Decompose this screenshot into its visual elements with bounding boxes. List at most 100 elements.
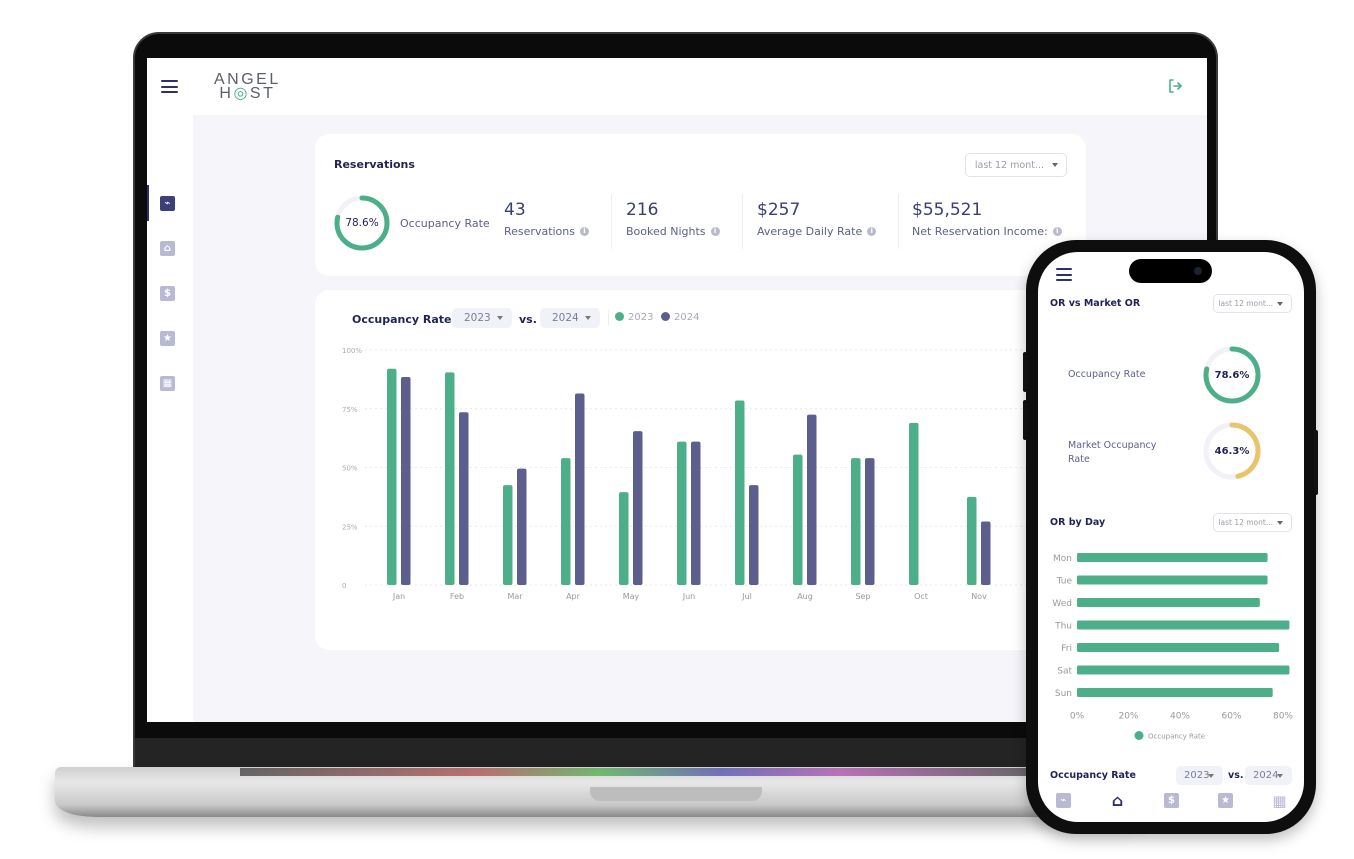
bar-2023-Jul bbox=[735, 400, 745, 585]
y-tick-label: Sat bbox=[1057, 667, 1072, 677]
occupancy-bar-chart: 0 25% 50% 75% 100% Jan Feb Mar Apr May Jun Jul Aug Se… bbox=[342, 347, 1086, 601]
bar-2023-Jun bbox=[677, 441, 687, 585]
period-select[interactable]: last 12 mont... bbox=[1213, 513, 1292, 532]
phone-volume-button bbox=[1023, 352, 1027, 392]
y-tick-label: Wed bbox=[1052, 599, 1072, 609]
sidebar-item-dashboard[interactable]: ⌁ bbox=[160, 196, 175, 211]
top-bar: ANGEL H◎ST bbox=[147, 58, 1207, 115]
occupancy-chart-card: Occupancy Rate: 2023 vs. 2024 2023 2024 … bbox=[315, 290, 1086, 650]
bottom-nav: ⌁ ⌂ $ ★ ▦ bbox=[1038, 790, 1304, 822]
bar-Sat bbox=[1077, 665, 1290, 675]
kpi-booked-nights: 216 Booked Nights i bbox=[626, 200, 720, 238]
kpi-value: $257 bbox=[757, 200, 801, 220]
x-tick-label: Mar bbox=[507, 592, 523, 601]
menu-icon[interactable] bbox=[1056, 268, 1072, 281]
nav-properties[interactable]: ⌂ bbox=[1110, 791, 1125, 810]
bar-2024-Apr bbox=[575, 393, 585, 585]
period-select[interactable]: last 12 mont... bbox=[1213, 294, 1292, 313]
x-tick-label: Sep bbox=[855, 592, 870, 601]
y-tick-label: 0 bbox=[342, 582, 346, 590]
year-b-select[interactable]: 2024 bbox=[1245, 766, 1292, 785]
phone-power-button bbox=[1314, 430, 1318, 495]
calendar-icon: ▦ bbox=[1272, 791, 1287, 810]
bar-Fri bbox=[1077, 643, 1280, 652]
camera-icon bbox=[1194, 267, 1202, 275]
x-tick-label: 40% bbox=[1170, 712, 1190, 722]
sidebar-item-calendar[interactable]: ▦ bbox=[160, 376, 175, 391]
y-tick-label: Tue bbox=[1056, 577, 1073, 587]
x-tick-label: Nov bbox=[971, 592, 987, 601]
kpi-net-reservation-income: $55,521 Net Reservation Income: i bbox=[912, 200, 1062, 238]
bar-2024-Aug bbox=[807, 414, 817, 585]
occupancy-donut-value: 78.6% bbox=[345, 217, 379, 229]
bar-2023-Apr bbox=[561, 458, 571, 585]
occupancy-donut-value: 78.6% bbox=[1214, 369, 1250, 381]
logo-text-h: H bbox=[219, 85, 234, 102]
y-tick-label: 50% bbox=[342, 465, 358, 473]
laptop-notch bbox=[590, 787, 762, 801]
active-indicator bbox=[147, 185, 149, 221]
bar-2024-Nov bbox=[981, 521, 991, 585]
nav-finance[interactable]: $ bbox=[1164, 793, 1179, 808]
year-a-select[interactable]: 2023 bbox=[1176, 766, 1223, 785]
or-vs-market-title: OR vs Market OR bbox=[1050, 298, 1141, 309]
kpi-value: 216 bbox=[626, 200, 659, 220]
home-icon: ⌂ bbox=[163, 243, 172, 254]
divider bbox=[611, 194, 612, 249]
bar-2024-Jan bbox=[401, 377, 411, 585]
info-icon[interactable]: i bbox=[1052, 227, 1062, 236]
occupancy-rate-label: Occupancy Rate bbox=[1068, 369, 1146, 380]
divider bbox=[898, 194, 899, 249]
location-pin-icon: ◎ bbox=[233, 85, 250, 102]
reservations-card: Reservations last 12 mont... 78.6% Occup… bbox=[315, 134, 1086, 276]
x-tick-label: Jul bbox=[741, 592, 752, 601]
market-occupancy-label: Market Occupancy Rate bbox=[1068, 440, 1157, 465]
or-by-day-title: OR by Day bbox=[1050, 517, 1106, 528]
menu-icon[interactable] bbox=[161, 80, 178, 93]
home-icon: ⌂ bbox=[1111, 791, 1124, 810]
divider bbox=[742, 194, 743, 249]
occupancy-rate-title: Occupancy Rate bbox=[1050, 770, 1136, 781]
bar-2024-Sep bbox=[865, 458, 875, 585]
sidebar: ⌁ ⌂ $ ★ ▦ ☰ bbox=[147, 115, 193, 722]
logout-icon[interactable] bbox=[1167, 78, 1183, 94]
bar-2023-Oct bbox=[909, 422, 919, 585]
bar-2024-Jun bbox=[691, 441, 701, 585]
reservations-title: Reservations bbox=[334, 158, 415, 171]
kpi-value: $55,521 bbox=[912, 200, 983, 220]
dollar-icon: $ bbox=[1168, 795, 1175, 806]
bar-Mon bbox=[1077, 553, 1268, 562]
pulse-icon: ⌁ bbox=[164, 198, 171, 209]
market-occupancy-donut-value: 46.3% bbox=[1214, 445, 1250, 457]
phone-screen: OR vs Market OR last 12 mont... Occupanc… bbox=[1038, 252, 1304, 822]
x-tick-label: 20% bbox=[1118, 712, 1138, 722]
kpi-label: Average Daily Rate bbox=[757, 225, 863, 238]
nav-reviews[interactable]: ★ bbox=[1218, 793, 1233, 808]
x-tick-label: Oct bbox=[914, 592, 928, 601]
dollar-icon: $ bbox=[164, 288, 171, 299]
angel-host-logo: ANGEL H◎ST bbox=[214, 72, 281, 102]
period-select[interactable]: last 12 mont... bbox=[965, 153, 1067, 177]
dynamic-island bbox=[1129, 259, 1212, 283]
x-tick-label: 80% bbox=[1273, 712, 1293, 722]
x-tick-label: Aug bbox=[797, 592, 813, 601]
calendar-icon: ▦ bbox=[162, 378, 173, 389]
info-icon[interactable]: i bbox=[580, 227, 589, 236]
legend-label: Occupancy Rate bbox=[1148, 733, 1205, 741]
x-tick-label: Apr bbox=[566, 592, 581, 601]
pulse-icon: ⌁ bbox=[1060, 795, 1067, 806]
bar-2024-Mar bbox=[517, 468, 527, 585]
nav-dashboard[interactable]: ⌁ bbox=[1056, 793, 1071, 808]
sidebar-item-reviews[interactable]: ★ bbox=[160, 331, 175, 346]
star-icon: ★ bbox=[163, 333, 172, 344]
bar-2024-Feb bbox=[459, 412, 469, 585]
x-tick-label: 60% bbox=[1221, 712, 1241, 722]
sidebar-item-finance[interactable]: $ bbox=[160, 286, 175, 301]
sidebar-item-properties[interactable]: ⌂ bbox=[160, 241, 175, 256]
nav-calendar[interactable]: ▦ bbox=[1272, 791, 1287, 810]
info-icon[interactable]: i bbox=[710, 227, 720, 236]
info-icon[interactable]: i bbox=[867, 227, 877, 236]
y-tick-label: Fri bbox=[1061, 644, 1072, 654]
y-tick-label: 75% bbox=[342, 406, 358, 414]
bar-2023-Mar bbox=[503, 485, 513, 585]
